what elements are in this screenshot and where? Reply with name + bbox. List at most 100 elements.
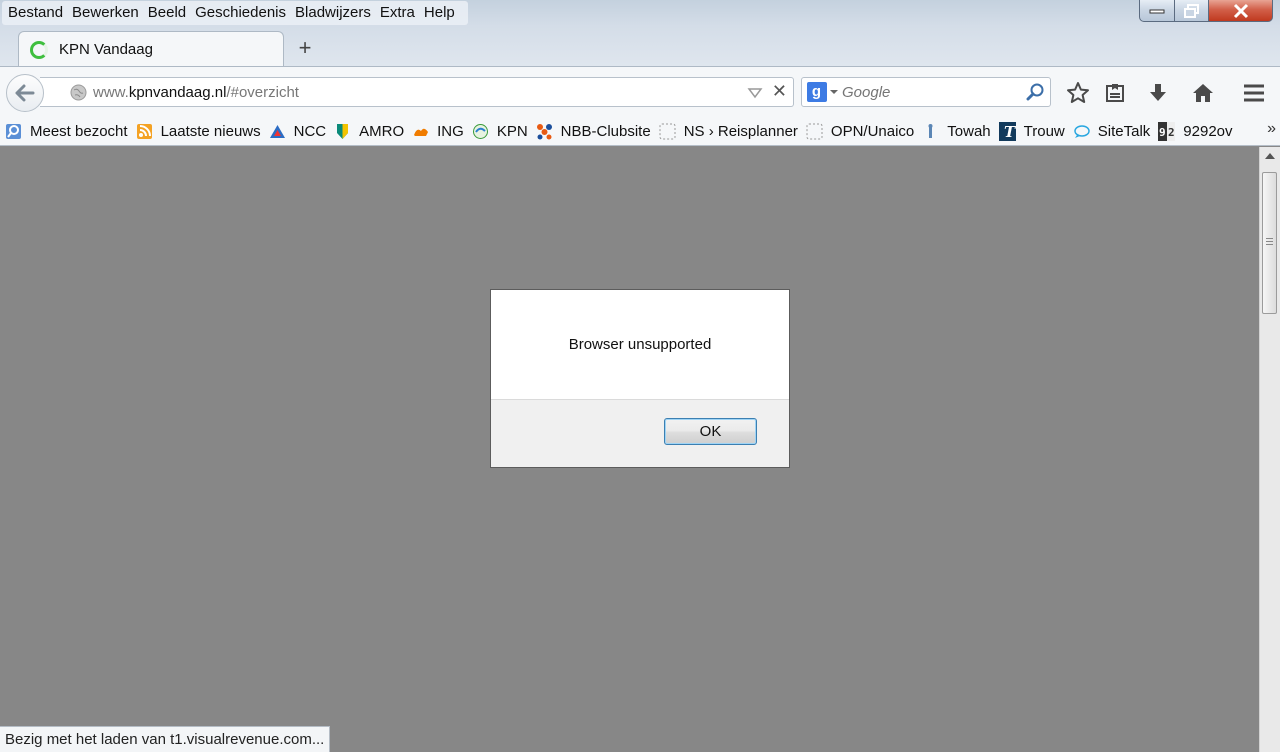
most-visited-icon <box>5 123 22 140</box>
download-arrow-icon <box>1150 84 1166 101</box>
bookmark-towah[interactable]: Towah <box>922 122 991 140</box>
ok-button[interactable]: OK <box>664 418 757 445</box>
menu-geschiedenis[interactable]: Geschiedenis <box>193 1 293 25</box>
search-engine-selector[interactable]: g <box>802 78 842 106</box>
dialog-message: Browser unsupported <box>568 336 712 353</box>
bookmarks-menu-button[interactable] <box>1101 79 1129 107</box>
grip-icon <box>1266 238 1273 239</box>
bookmark-laatste-nieuws[interactable]: Laatste nieuws <box>136 123 261 140</box>
url-prefix: www. <box>93 83 129 101</box>
bookmark-label: AMRO <box>359 122 405 140</box>
back-arrow-icon <box>15 84 35 102</box>
scroll-up-arrow-icon[interactable] <box>1265 153 1275 159</box>
minimize-icon <box>1149 9 1165 13</box>
bookmark-meest-bezocht[interactable]: Meest bezocht <box>5 123 128 140</box>
bookmark-label: Laatste nieuws <box>160 122 261 140</box>
url-path: /#overzicht <box>226 83 299 101</box>
bookmark-ing[interactable]: ING <box>412 123 464 140</box>
ing-lion-icon <box>412 123 429 140</box>
menu-extra[interactable]: Extra <box>378 1 422 25</box>
menu-bestand[interactable]: Bestand <box>6 1 70 25</box>
tab-kpn-vandaag[interactable]: KPN Vandaag <box>18 31 284 67</box>
title-bar: Bestand Bewerken Beeld Geschiedenis Blad… <box>0 0 1280 67</box>
nbb-icon <box>536 123 553 140</box>
restore-icon <box>1183 3 1199 18</box>
bookmarks-toolbar: Meest bezocht Laatste nieuws NCC AMRO IN… <box>0 117 1280 146</box>
ncc-icon <box>269 123 286 140</box>
svg-text:T: T <box>1004 123 1016 141</box>
google-g-icon: g <box>806 82 827 102</box>
bookmark-label: NBB-Clubsite <box>560 122 651 140</box>
bookmarks-list-icon <box>1106 84 1124 102</box>
bookmark-label: ING <box>437 122 464 140</box>
bookmark-label: Meest bezocht <box>30 122 128 140</box>
star-icon <box>1067 82 1089 103</box>
bookmark-9292ov[interactable]: 92 9292ov <box>1158 121 1233 141</box>
open-menu-button[interactable] <box>1240 79 1268 107</box>
trouw-icon: T <box>998 121 1016 141</box>
svg-text:9: 9 <box>1159 126 1166 139</box>
abn-amro-icon <box>334 123 351 140</box>
bookmark-ncc[interactable]: NCC <box>269 122 327 140</box>
tab-title: KPN Vandaag <box>59 41 153 58</box>
bookmark-amro[interactable]: AMRO <box>334 123 404 140</box>
blank-page-icon <box>806 123 823 140</box>
menu-beeld[interactable]: Beeld <box>146 1 193 25</box>
bookmark-trouw[interactable]: T Trouw <box>998 121 1065 141</box>
minimize-button[interactable] <box>1139 0 1175 22</box>
scroll-thumb[interactable] <box>1262 172 1277 314</box>
blank-page-icon <box>659 123 676 140</box>
search-icon[interactable] <box>1026 82 1046 102</box>
bookmark-star-button[interactable] <box>1064 79 1092 107</box>
bookmark-label: KPN <box>496 122 528 140</box>
downloads-button[interactable] <box>1144 79 1172 107</box>
search-input[interactable] <box>842 83 1022 101</box>
9292-icon: 92 <box>1158 121 1176 141</box>
bookmark-label: 9292ov <box>1183 122 1233 140</box>
menu-help[interactable]: Help <box>422 1 462 25</box>
rss-icon <box>136 123 153 140</box>
menu-bewerken[interactable]: Bewerken <box>70 1 146 25</box>
close-window-button[interactable] <box>1209 0 1273 22</box>
status-bar: Bezig met het laden van t1.visualrevenue… <box>0 726 330 752</box>
menu-bladwijzers[interactable]: Bladwijzers <box>293 1 378 25</box>
bookmark-nbb-clubsite[interactable]: NBB-Clubsite <box>536 123 651 140</box>
bookmark-label: NS › Reisplanner <box>683 122 798 140</box>
bookmarks-overflow-button[interactable]: » <box>1267 120 1276 138</box>
url-bar[interactable]: www.kpnvandaag.nl/#overzicht ✕ <box>40 77 794 107</box>
bookmark-opn-unaico[interactable]: OPN/Unaico <box>806 123 914 140</box>
back-button[interactable] <box>6 74 44 112</box>
home-button[interactable] <box>1189 79 1217 107</box>
url-domain: kpnvandaag.nl <box>128 83 227 101</box>
menu-bar: Bestand Bewerken Beeld Geschiedenis Blad… <box>2 1 468 25</box>
stop-loading-button[interactable]: ✕ <box>772 81 787 102</box>
history-dropdown-icon[interactable] <box>747 83 763 101</box>
globe-icon <box>70 84 87 100</box>
bookmark-label: Towah <box>947 122 991 140</box>
search-bar[interactable]: g <box>801 77 1051 107</box>
kpn-icon <box>472 123 489 140</box>
towah-icon <box>922 123 939 140</box>
sitetalk-icon <box>1073 123 1090 140</box>
window-controls <box>1139 0 1273 22</box>
alert-dialog: Browser unsupported OK <box>490 289 790 468</box>
bookmark-label: NCC <box>293 122 327 140</box>
vertical-scrollbar[interactable] <box>1259 147 1280 752</box>
bookmark-sitetalk[interactable]: SiteTalk <box>1073 122 1151 140</box>
loading-spinner-icon <box>30 40 48 59</box>
restore-button[interactable] <box>1175 0 1209 22</box>
bookmark-label: OPN/Unaico <box>830 122 915 140</box>
dialog-footer: OK <box>491 399 789 467</box>
hamburger-menu-icon <box>1244 84 1264 102</box>
home-icon <box>1193 84 1213 102</box>
navigation-toolbar: www.kpnvandaag.nl/#overzicht ✕ g <box>0 66 1280 117</box>
close-icon <box>1233 3 1248 18</box>
bookmark-kpn[interactable]: KPN <box>472 123 528 140</box>
new-tab-button[interactable]: + <box>294 36 316 60</box>
chevron-down-icon <box>829 90 838 94</box>
bookmark-ns-reisplanner[interactable]: NS › Reisplanner <box>659 123 798 140</box>
bookmark-label: SiteTalk <box>1097 122 1151 140</box>
svg-text:2: 2 <box>1168 126 1175 139</box>
bookmark-label: Trouw <box>1023 122 1065 140</box>
url-text: www.kpnvandaag.nl/#overzicht <box>93 84 299 101</box>
